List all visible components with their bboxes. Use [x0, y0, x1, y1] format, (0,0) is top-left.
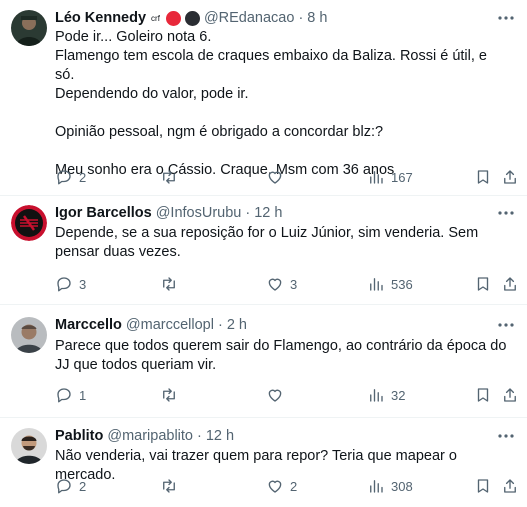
- red-badge-icon: [165, 10, 181, 26]
- like-count: 3: [290, 276, 298, 292]
- more-icon[interactable]: [497, 427, 515, 445]
- tweet-actions: 2 2 308: [55, 476, 516, 496]
- views-button[interactable]: 536: [367, 274, 413, 294]
- views-icon: [370, 389, 383, 402]
- like-icon: [268, 389, 282, 402]
- tweet-3[interactable]: Marccello @marccellopl · 2 h Parece que …: [0, 305, 527, 418]
- like-icon: [268, 278, 282, 291]
- retweet-icon: [163, 388, 175, 402]
- views-count: 536: [391, 276, 413, 292]
- timestamp[interactable]: 2 h: [227, 317, 247, 333]
- reply-icon: [57, 388, 71, 403]
- views-icon: [370, 278, 383, 291]
- share-button[interactable]: [501, 274, 519, 294]
- avatar-marccello[interactable]: [11, 317, 47, 353]
- bookmark-icon: [477, 479, 489, 493]
- reply-count: 1: [79, 387, 87, 403]
- tweet-1[interactable]: Léo Kennedy crf @REdanacao · 8 h Pode ir…: [0, 0, 527, 196]
- tweet-2[interactable]: Igor Barcellos @InfosUrubu · 12 h Depend…: [0, 196, 527, 305]
- bookmark-icon: [477, 388, 489, 402]
- views-count: 167: [391, 169, 413, 185]
- reply-button[interactable]: 2: [55, 167, 86, 187]
- avatar-pablito[interactable]: [11, 428, 47, 464]
- tweet-4[interactable]: Pablito @maripablito · 12 h Não venderia…: [0, 418, 527, 507]
- like-count: 2: [290, 478, 298, 494]
- like-button[interactable]: [266, 385, 290, 405]
- tweet-actions: 3 3 536: [55, 274, 516, 294]
- separator-dot: ·: [298, 10, 304, 26]
- name-suffix: crf: [151, 13, 160, 23]
- views-button[interactable]: 167: [367, 167, 413, 187]
- retweet-icon: [163, 170, 175, 184]
- like-icon: [268, 171, 282, 184]
- dark-badge-icon: [184, 10, 200, 26]
- like-button[interactable]: [266, 167, 290, 187]
- timestamp[interactable]: 8 h: [307, 10, 327, 26]
- author-handle[interactable]: @marccellopl: [126, 317, 214, 333]
- avatar-igor-barcellos[interactable]: [11, 205, 47, 241]
- share-icon: [504, 479, 516, 493]
- retweet-button[interactable]: [160, 385, 184, 405]
- timestamp[interactable]: 12 h: [254, 205, 282, 221]
- retweet-icon: [163, 277, 175, 291]
- reply-icon: [57, 479, 71, 494]
- more-icon[interactable]: [497, 204, 515, 222]
- author-name[interactable]: Igor Barcellos: [55, 205, 152, 221]
- views-count: 32: [391, 387, 406, 403]
- retweet-icon: [163, 479, 175, 493]
- like-button[interactable]: 3: [266, 274, 297, 294]
- share-icon: [504, 170, 516, 184]
- more-icon[interactable]: [497, 9, 515, 27]
- retweet-button[interactable]: [160, 167, 184, 187]
- reply-count: 2: [79, 169, 87, 185]
- reply-icon: [57, 277, 71, 292]
- author-handle[interactable]: @InfosUrubu: [156, 205, 242, 221]
- author-handle[interactable]: @maripablito: [107, 428, 193, 444]
- share-button[interactable]: [501, 167, 519, 187]
- bookmark-icon: [477, 170, 489, 184]
- reply-button[interactable]: 2: [55, 476, 86, 496]
- share-icon: [504, 388, 516, 402]
- tweet-text: Depende, se a sua reposição for o Luiz J…: [55, 225, 483, 260]
- tweet-actions: 2 167: [55, 167, 516, 187]
- reply-count: 3: [79, 276, 87, 292]
- author-name[interactable]: Marccello: [55, 317, 122, 333]
- bookmark-button[interactable]: [474, 385, 492, 405]
- author-name[interactable]: Léo Kennedy: [55, 10, 146, 26]
- author-handle[interactable]: @REdanacao: [204, 10, 295, 26]
- author-name[interactable]: Pablito: [55, 428, 103, 444]
- bookmark-button[interactable]: [474, 167, 492, 187]
- share-button[interactable]: [501, 385, 519, 405]
- like-icon: [268, 480, 282, 493]
- views-count: 308: [391, 478, 413, 494]
- separator-dot: ·: [217, 317, 223, 333]
- reply-button[interactable]: 1: [55, 385, 86, 405]
- retweet-button[interactable]: [160, 476, 184, 496]
- bookmark-icon: [477, 277, 489, 291]
- bookmark-button[interactable]: [474, 274, 492, 294]
- share-button[interactable]: [501, 476, 519, 496]
- reply-button[interactable]: 3: [55, 274, 86, 294]
- views-icon: [370, 480, 383, 493]
- bookmark-button[interactable]: [474, 476, 492, 496]
- share-icon: [504, 277, 516, 291]
- more-icon[interactable]: [497, 316, 515, 334]
- tweet-text: Pode ir... Goleiro nota 6. Flamengo tem …: [55, 29, 487, 178]
- separator-dot: ·: [245, 205, 251, 221]
- separator-dot: ·: [196, 428, 202, 444]
- reply-count: 2: [79, 478, 87, 494]
- retweet-button[interactable]: [160, 274, 184, 294]
- views-button[interactable]: 308: [367, 476, 413, 496]
- reply-icon: [57, 170, 71, 185]
- views-button[interactable]: 32: [367, 385, 405, 405]
- tweet-text: Parece que todos querem sair do Flamengo…: [55, 338, 511, 373]
- views-icon: [370, 171, 383, 184]
- timestamp[interactable]: 12 h: [206, 428, 234, 444]
- avatar-leo-kennedy[interactable]: [11, 10, 47, 46]
- tweet-actions: 1 32: [55, 385, 516, 405]
- like-button[interactable]: 2: [266, 476, 297, 496]
